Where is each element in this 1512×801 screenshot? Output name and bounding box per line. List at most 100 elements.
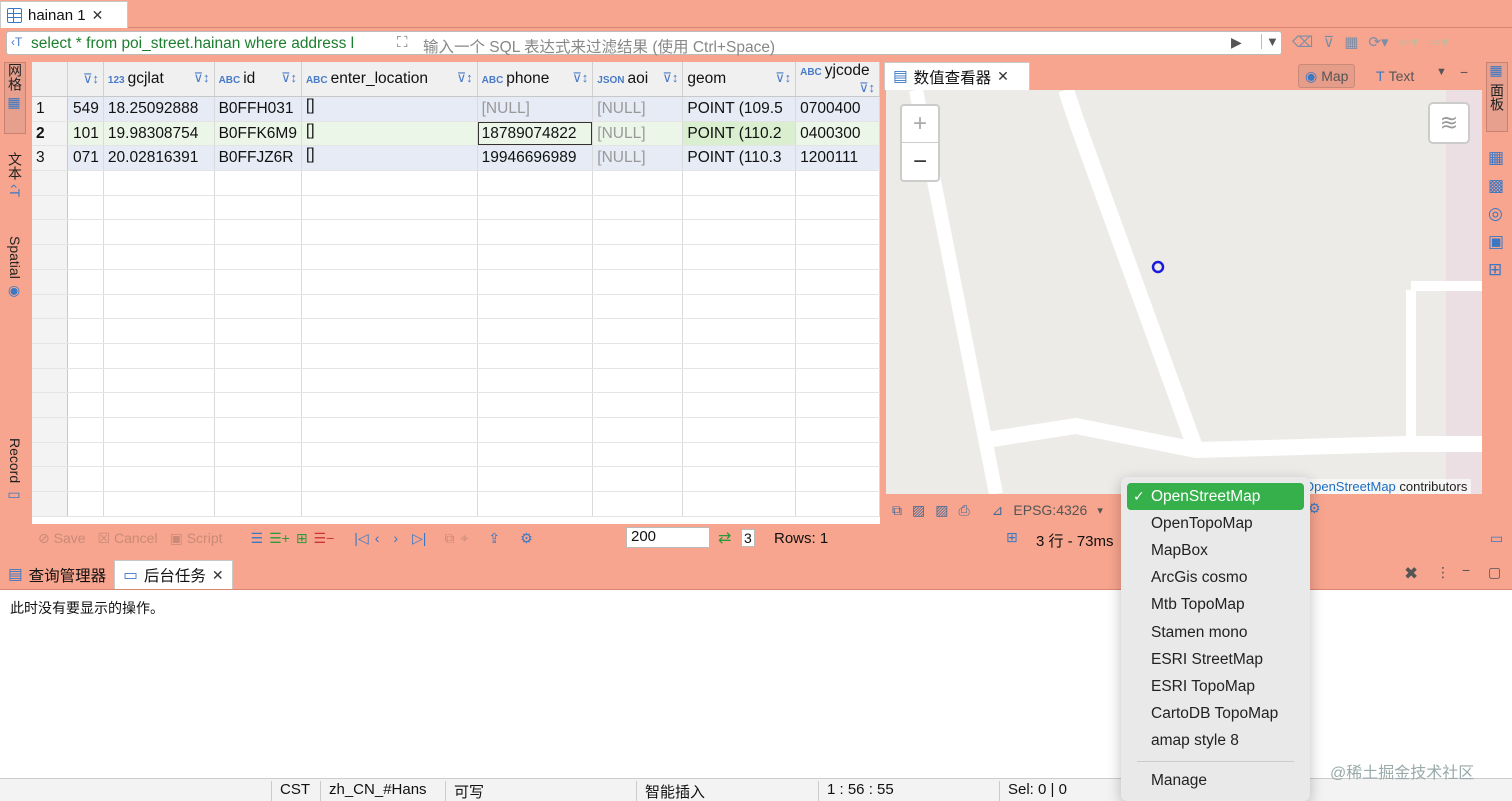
- table-row[interactable]: [32, 417, 880, 443]
- table-cell[interactable]: [103, 269, 215, 295]
- table-cell[interactable]: [682, 491, 797, 517]
- table-cell[interactable]: [477, 318, 594, 344]
- table-row[interactable]: 2 101 19.98308754 B0FFK6M9[] 18789074822 [NUL…: [32, 121, 880, 147]
- close-icon[interactable]: ✕: [92, 7, 104, 24]
- tab-record[interactable]: Record ▭: [4, 438, 26, 514]
- forward-icon[interactable]: ⇨▾: [1429, 33, 1449, 51]
- cancel-button[interactable]: ☒ Cancel: [98, 530, 158, 547]
- table-cell[interactable]: 0400300: [795, 121, 880, 147]
- table-cell[interactable]: [214, 195, 302, 221]
- menu-item-basemap[interactable]: ESRI TopoMap: [1121, 673, 1310, 700]
- column-header-4[interactable]: ABC phone ⊽↕: [477, 62, 594, 97]
- row-number[interactable]: [32, 244, 68, 270]
- table-cell[interactable]: [103, 318, 215, 344]
- table-cell[interactable]: [592, 269, 684, 295]
- table-cell[interactable]: [682, 466, 797, 492]
- table-cell[interactable]: [682, 368, 797, 394]
- table-cell[interactable]: 19.98308754: [103, 121, 215, 147]
- table-cell[interactable]: [477, 343, 594, 369]
- table-cell[interactable]: [592, 318, 684, 344]
- script-button[interactable]: ▣ Script: [170, 530, 223, 547]
- row-number[interactable]: 2: [32, 121, 68, 147]
- image-icon[interactable]: ▨: [912, 502, 925, 519]
- column-header-6[interactable]: geom ⊽↕: [682, 62, 797, 97]
- table-cell[interactable]: [301, 269, 478, 295]
- column-header-0[interactable]: ⊽↕: [67, 62, 104, 97]
- table-row[interactable]: [32, 318, 880, 344]
- table-cell[interactable]: [795, 195, 880, 221]
- menu-item-basemap[interactable]: Mtb TopoMap: [1121, 592, 1310, 619]
- table-cell[interactable]: 071: [67, 145, 104, 172]
- export-icon[interactable]: ⇪: [488, 530, 500, 547]
- first-page-icon[interactable]: |◁: [354, 530, 368, 547]
- table-cell[interactable]: [795, 318, 880, 344]
- table-cell[interactable]: [795, 417, 880, 443]
- table-row[interactable]: [32, 392, 880, 418]
- table-row[interactable]: [32, 368, 880, 394]
- table-cell[interactable]: [67, 417, 104, 443]
- table-cell[interactable]: [301, 466, 478, 492]
- filter-sort-icon[interactable]: ⊽↕: [281, 70, 297, 86]
- table-cell[interactable]: [795, 219, 880, 246]
- table-cell[interactable]: [67, 269, 104, 295]
- table-cell[interactable]: [67, 392, 104, 418]
- row-number[interactable]: [32, 466, 68, 492]
- row-number[interactable]: [32, 170, 68, 196]
- view-menu-icon[interactable]: ▼: [1436, 66, 1447, 78]
- column-header-5[interactable]: JSON aoi ⊽↕: [592, 62, 684, 97]
- maximize-icon[interactable]: ▢: [1488, 564, 1501, 581]
- table-cell[interactable]: [301, 343, 478, 369]
- zoom-out-button[interactable]: −: [902, 143, 938, 180]
- table-cell[interactable]: [301, 491, 478, 517]
- table-cell[interactable]: [301, 195, 478, 221]
- add-row-icon[interactable]: ☰+: [269, 530, 290, 547]
- attribution-link[interactable]: OpenStreetMap: [1304, 479, 1396, 494]
- fetch-size-input[interactable]: 200: [626, 527, 710, 548]
- menu-item-basemap[interactable]: ✓ OpenStreetMap: [1127, 483, 1304, 511]
- save-button[interactable]: ⊘ Save: [38, 530, 86, 547]
- filter-input[interactable]: 输入一个 SQL 表达式来过滤结果 (使用 Ctrl+Space): [423, 35, 775, 57]
- tab-text[interactable]: 文本 ‹T: [4, 152, 26, 212]
- filter-history-dropdown[interactable]: ▼: [1261, 34, 1279, 49]
- table-cell[interactable]: [301, 294, 478, 320]
- table-cell[interactable]: 20.02816391: [103, 145, 215, 172]
- minimize-icon[interactable]: −: [1460, 64, 1468, 80]
- table-cell[interactable]: []: [301, 145, 478, 172]
- row-number[interactable]: [32, 269, 68, 295]
- table-cell[interactable]: [592, 195, 684, 221]
- menu-item-basemap[interactable]: amap style 8: [1121, 728, 1310, 755]
- grid-icon[interactable]: ▩: [1488, 176, 1504, 196]
- fit-icon[interactable]: ⧉: [892, 502, 902, 519]
- apply-filter-button[interactable]: ▶: [1231, 34, 1242, 51]
- table-cell[interactable]: [682, 244, 797, 270]
- settings-icon[interactable]: ⚙: [520, 530, 533, 547]
- filter-sort-icon[interactable]: ⊽↕: [859, 80, 875, 96]
- table-cell[interactable]: [795, 343, 880, 369]
- table-row[interactable]: [32, 244, 880, 270]
- tab-value-viewer[interactable]: ▤ 数值查看器 ✕: [884, 62, 1030, 90]
- table-cell[interactable]: [795, 442, 880, 468]
- column-header-1[interactable]: 123 gcjlat ⊽↕: [103, 62, 215, 97]
- table-cell[interactable]: [592, 294, 684, 320]
- table-cell[interactable]: B0FFH031: [214, 96, 302, 122]
- table-cell[interactable]: [477, 195, 594, 221]
- table-cell[interactable]: [682, 219, 797, 246]
- eraser-icon[interactable]: ⌫: [1292, 33, 1313, 51]
- table-cell[interactable]: [301, 417, 478, 443]
- table-cell[interactable]: 18789074822: [477, 121, 594, 147]
- table-row[interactable]: [32, 170, 880, 196]
- table-cell[interactable]: [795, 392, 880, 418]
- fetch-next-icon[interactable]: ⇄: [718, 528, 731, 548]
- table-cell[interactable]: [103, 368, 215, 394]
- table-cell[interactable]: [301, 442, 478, 468]
- last-page-icon[interactable]: ▷|: [412, 530, 426, 547]
- table-cell[interactable]: [301, 368, 478, 394]
- back-icon[interactable]: ⇦▾: [1399, 33, 1419, 51]
- table-cell[interactable]: [592, 417, 684, 443]
- table-cell[interactable]: [NULL]: [592, 145, 684, 172]
- table-cell[interactable]: [67, 442, 104, 468]
- table-cell[interactable]: []: [301, 96, 478, 122]
- expand-icon[interactable]: ⛶: [397, 34, 408, 51]
- row-number[interactable]: [32, 343, 68, 369]
- table-cell[interactable]: [477, 219, 594, 246]
